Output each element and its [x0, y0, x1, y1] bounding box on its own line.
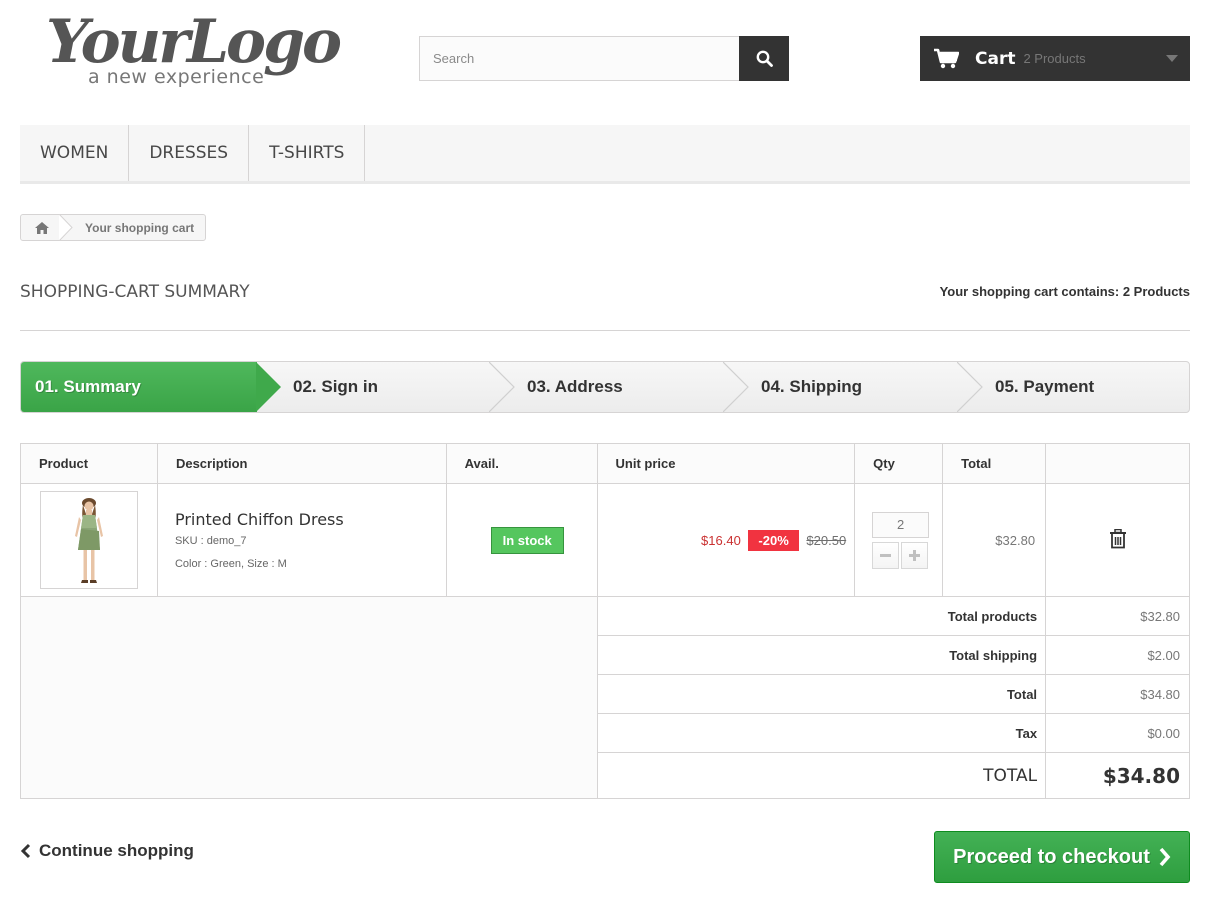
- divider: [20, 330, 1190, 331]
- summary-row: Total products $32.80: [20, 596, 1190, 799]
- header-total: Total: [942, 443, 1047, 484]
- product-thumbnail[interactable]: [40, 491, 138, 589]
- unit-price: $16.40: [701, 532, 741, 548]
- cart-table: Product Description Avail. Unit price Qt…: [20, 443, 1190, 799]
- total-products-label: Total products: [596, 596, 1047, 636]
- header-unit-price: Unit price: [596, 443, 856, 484]
- breadcrumb: Your shopping cart: [20, 214, 207, 241]
- grand-total-value: $34.80: [1045, 752, 1190, 799]
- table-row: Printed Chiffon Dress SKU : demo_7 Color…: [20, 483, 1190, 597]
- quantity-increase-button[interactable]: [901, 541, 929, 569]
- logo-text: YourLogo: [46, 7, 342, 77]
- proceed-to-checkout-button[interactable]: Proceed to checkout: [934, 831, 1190, 883]
- delete-button[interactable]: [1109, 528, 1127, 549]
- menu-item-tshirts[interactable]: T-SHIRTS: [249, 125, 366, 181]
- header-product: Product: [20, 443, 158, 484]
- product-sku: SKU : demo_7: [174, 535, 247, 547]
- step-sign-in[interactable]: 02. Sign in: [293, 362, 483, 412]
- cart-contents-summary: Your shopping cart contains: 2 Products: [940, 284, 1190, 299]
- continue-shopping-button[interactable]: Continue shopping: [20, 841, 194, 861]
- chevron-right-icon: [1158, 847, 1171, 867]
- total-value: $34.80: [1045, 674, 1190, 714]
- step-payment[interactable]: 05. Payment: [995, 362, 1185, 412]
- cart-contents-count: 2 Products: [1122, 284, 1190, 299]
- page-title: SHOPPING-CART SUMMARY: [20, 282, 250, 302]
- total-products-value: $32.80: [1045, 596, 1190, 636]
- menu-item-dresses[interactable]: DRESSES: [129, 125, 250, 181]
- header-availability: Avail.: [445, 443, 598, 484]
- quantity-decrease-button[interactable]: [872, 541, 900, 569]
- cart-count: 2 Products: [1023, 51, 1086, 66]
- step-address-label: 03. Address: [527, 377, 623, 396]
- minus-icon: [880, 550, 892, 561]
- dress-model-image: [75, 498, 103, 583]
- cart-label: Cart: [975, 48, 1016, 69]
- step-payment-label: 05. Payment: [995, 377, 1095, 396]
- search-button[interactable]: [739, 36, 789, 81]
- old-price: $20.50: [806, 532, 847, 548]
- checkout-steps: 01. Summary 02. Sign in 03. Address 04. …: [20, 361, 1190, 413]
- grand-total-label: TOTAL: [596, 752, 1047, 799]
- caret-down-icon: [1166, 55, 1178, 62]
- chevron-left-icon: [20, 843, 31, 859]
- availability-badge: In stock: [490, 526, 564, 554]
- home-icon: [35, 221, 49, 234]
- shopping-cart-icon: [934, 48, 959, 69]
- step-sign-in-label: 02. Sign in: [293, 377, 379, 396]
- step-arrow: [723, 362, 749, 412]
- quantity-input[interactable]: [872, 511, 930, 538]
- product-attributes[interactable]: Color : Green, Size : M: [158, 558, 446, 570]
- total-shipping-label: Total shipping: [596, 635, 1047, 675]
- step-address[interactable]: 03. Address: [527, 362, 717, 412]
- search-box: [419, 36, 789, 81]
- product-name-link[interactable]: Printed Chiffon Dress: [158, 510, 446, 529]
- search-input[interactable]: [420, 37, 740, 80]
- store-logo[interactable]: YourLogo a new experience: [46, 7, 342, 92]
- step-shipping-label: 04. Shipping: [761, 377, 863, 396]
- breadcrumb-separator: [59, 214, 73, 241]
- discount-badge: -20%: [748, 529, 799, 551]
- checkout-label: Proceed to checkout: [953, 845, 1150, 868]
- step-summary-label: 01. Summary: [35, 377, 141, 396]
- breadcrumb-current: Your shopping cart: [63, 220, 206, 235]
- cart-contents-prefix: Your shopping cart contains:: [939, 284, 1123, 299]
- header-description: Description: [156, 443, 447, 484]
- trash-icon: [1109, 528, 1127, 549]
- line-total: $32.80: [995, 532, 1036, 548]
- continue-shopping-label: Continue shopping: [39, 841, 194, 860]
- header-qty: Qty: [854, 443, 944, 484]
- search-icon: [756, 50, 773, 67]
- step-arrow: [957, 362, 983, 412]
- main-menu: WOMEN DRESSES T-SHIRTS: [20, 125, 1190, 184]
- quantity-stepper: [872, 541, 942, 569]
- step-arrow: [256, 362, 281, 412]
- tax-value: $0.00: [1045, 713, 1190, 753]
- total-label: Total: [596, 674, 1047, 714]
- header-actions: [1045, 443, 1190, 484]
- breadcrumb-home[interactable]: [21, 214, 73, 241]
- summary-blank-area: [20, 596, 598, 799]
- menu-item-women[interactable]: WOMEN: [20, 125, 130, 181]
- logo-tagline: a new experience: [88, 66, 265, 88]
- step-arrow: [489, 362, 515, 412]
- step-shipping[interactable]: 04. Shipping: [761, 362, 951, 412]
- total-shipping-value: $2.00: [1045, 635, 1190, 675]
- step-summary[interactable]: 01. Summary: [21, 362, 257, 412]
- tax-label: Tax: [596, 713, 1047, 753]
- cart-dropdown[interactable]: Cart 2 Products: [920, 36, 1190, 81]
- plus-icon: [909, 549, 921, 561]
- table-header-row: Product Description Avail. Unit price Qt…: [20, 443, 1190, 484]
